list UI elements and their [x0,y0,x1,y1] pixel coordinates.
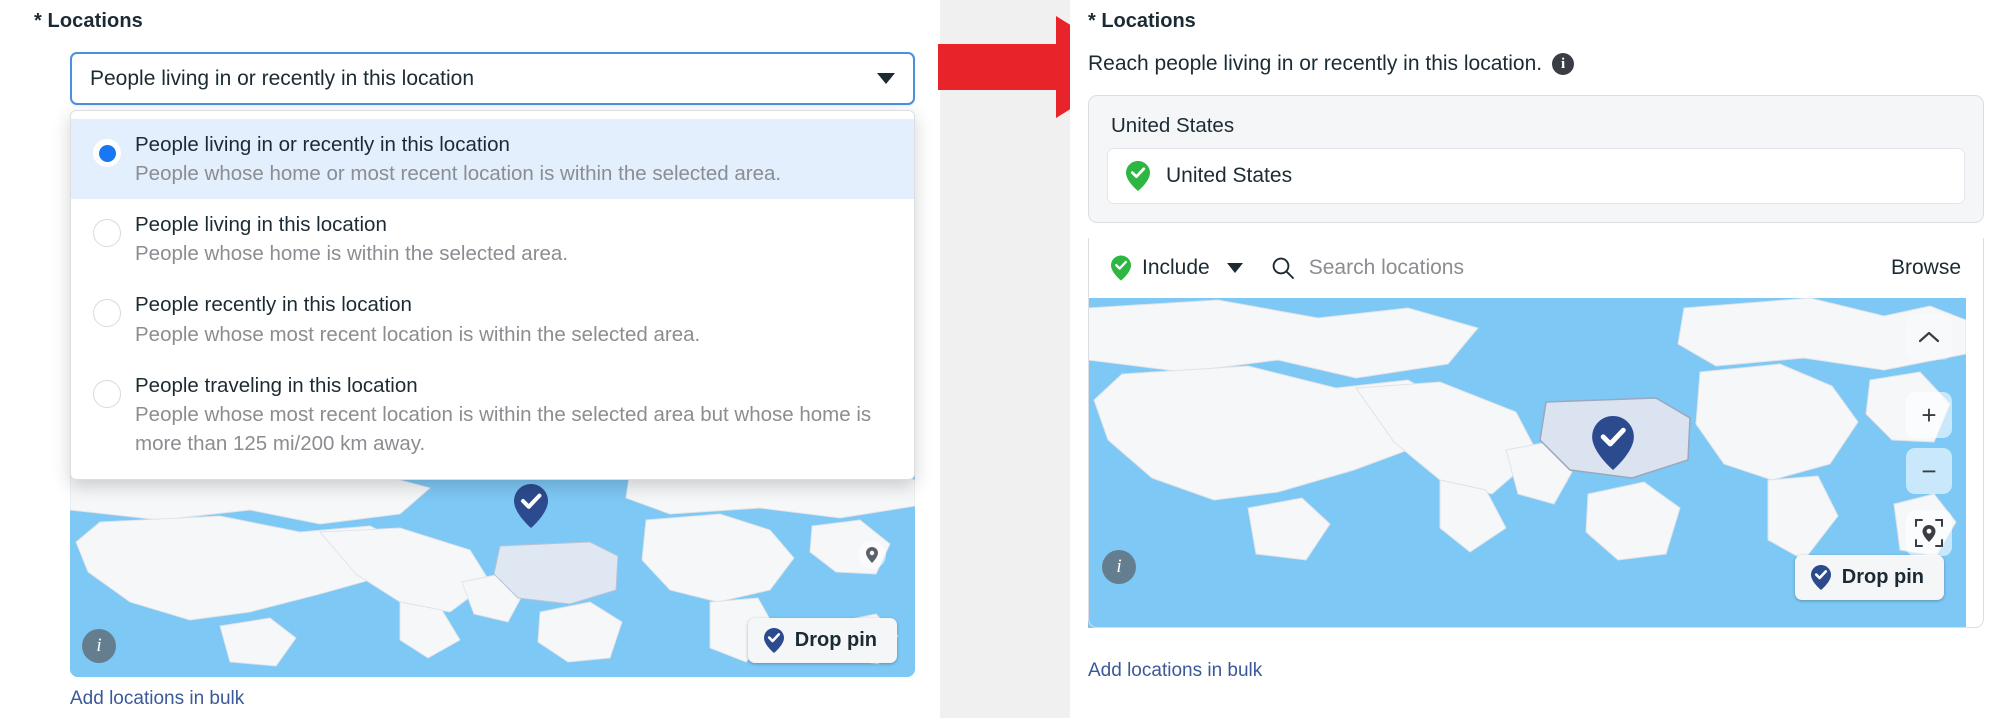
locate-icon-left[interactable] [857,540,887,570]
selected-locations-title: United States [1111,114,1235,137]
dropdown-option-living-or-recently[interactable]: People living in or recently in this loc… [71,119,914,200]
drop-pin-button-right[interactable]: Drop pin [1794,555,1944,600]
drop-pin-label: Drop pin [1841,566,1924,588]
include-label: Include [1142,256,1210,279]
drop-pin-button-left[interactable]: Drop pin [747,618,897,663]
location-chip-label: United States [1166,164,1293,187]
add-locations-in-bulk-link-right[interactable]: Add locations in bulk [1088,660,1262,682]
include-exclude-dropdown[interactable]: Include [1111,255,1243,281]
map-pin-check-icon [1810,565,1831,590]
left-panel: * Locations People living in or recently… [0,0,940,718]
map-control-locate[interactable] [1906,510,1952,556]
search-icon [1272,257,1294,279]
right-map[interactable]: i Drop pin + − [1088,298,1966,628]
plus-icon: + [1921,400,1937,430]
radio-icon[interactable] [93,219,121,248]
dropdown-option-description: People whose home or most recent locatio… [135,162,782,186]
browse-button[interactable]: Browse [1891,256,1961,280]
search-locations-field[interactable]: Search locations [1271,256,1891,280]
dropdown-option-recently-in[interactable]: People recently in this location People … [71,279,914,359]
locations-subtitle: Reach people living in or recently in th… [1088,52,1575,76]
map-pin-check-icon [763,628,784,653]
radio-icon[interactable] [93,139,121,167]
locate-pin-icon [1915,519,1943,547]
dropdown-option-title: People traveling in this location [135,373,418,397]
map-control-collapse[interactable] [1906,314,1952,360]
location-type-select-value: People living in or recently in this loc… [90,66,475,90]
locations-toolbar: Include Search locations Browse [1088,238,1984,298]
radio-icon[interactable] [93,299,121,328]
chevron-down-icon [877,73,895,84]
dropdown-option-description: People whose most recent location is wit… [135,402,872,455]
location-type-select[interactable]: People living in or recently in this loc… [70,52,915,105]
left-map[interactable]: i Drop pin [70,462,915,677]
add-locations-in-bulk-link-left[interactable]: Add locations in bulk [70,688,244,710]
info-icon[interactable]: i [1552,53,1575,75]
map-info-badge-right[interactable]: i [1102,550,1136,584]
location-chip-united-states[interactable]: United States [1107,148,1965,204]
screenshot-root: * Locations People living in or recently… [0,0,2000,718]
locations-subtitle-text: Reach people living in or recently in th… [1088,52,1543,75]
radio-icon[interactable] [93,379,121,408]
dropdown-option-title: People recently in this location [135,293,412,317]
map-info-badge-left[interactable]: i [82,629,116,663]
map-pin-check-green-icon [1111,255,1131,281]
dropdown-option-description: People whose home is within the selected… [135,242,569,266]
search-locations-placeholder: Search locations [1308,256,1464,279]
dropdown-option-title: People living in this location [135,213,387,237]
chevron-up-icon [1918,331,1940,343]
selected-locations-card: United States United States [1088,95,1984,223]
drop-pin-label: Drop pin [794,629,877,651]
location-type-dropdown[interactable]: People living in or recently in this loc… [70,110,915,480]
chevron-down-icon [1226,263,1243,273]
minus-icon: − [1921,456,1937,486]
us-location-pin-icon-left [514,484,548,528]
map-control-zoom-out[interactable]: − [1906,448,1952,494]
dropdown-option-living-in[interactable]: People living in this location People wh… [71,199,914,279]
page-title-left: * Locations [34,10,143,32]
map-control-zoom-in[interactable]: + [1906,392,1952,438]
map-pin-check-green-icon [1126,161,1150,191]
page-title-right: * Locations [1088,10,1196,32]
dropdown-option-description: People whose most recent location is wit… [135,322,701,346]
dropdown-option-traveling-in[interactable]: People traveling in this location People… [71,360,914,469]
us-location-pin-icon-right [1592,416,1634,470]
dropdown-option-title: People living in or recently in this loc… [135,133,510,156]
